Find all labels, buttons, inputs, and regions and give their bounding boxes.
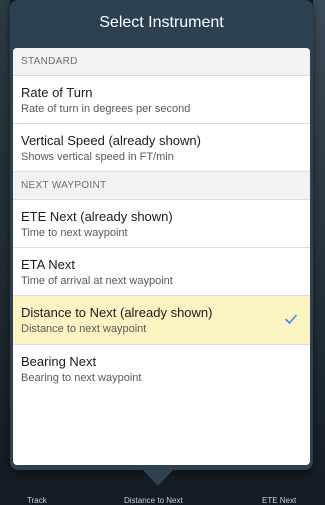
list-item-eta-next[interactable]: ETA Next Time of arrival at next waypoin… [13,248,310,296]
section-header-next-waypoint: NEXT WAYPOINT [13,172,310,200]
list-item-title: Rate of Turn [21,85,93,100]
instrument-list: STANDARD Rate of Turn Rate of turn in de… [13,48,310,465]
popover-arrow [142,469,174,486]
popover-title: Select Instrument [10,0,313,48]
list-item-title: Distance to Next (already shown) [21,305,213,320]
list-item-subtitle: Shows vertical speed in FT/min [21,151,174,163]
list-item-bearing-next[interactable]: Bearing Next Bearing to next waypoint [13,345,310,394]
background-right-edge [313,0,325,504]
list-item-subtitle: Time to next waypoint [21,227,128,239]
section-header-standard: STANDARD [13,48,310,76]
background-left-edge [0,0,10,504]
list-item-rate-of-turn[interactable]: Rate of Turn Rate of turn in degrees per… [13,76,310,124]
list-item-title: ETE Next (already shown) [21,209,173,224]
list-item-subtitle: Time of arrival at next waypoint [21,275,173,287]
checkmark-icon [285,314,297,324]
select-instrument-popover: Select Instrument STANDARD Rate of Turn … [10,0,313,470]
list-item-distance-to-next[interactable]: Distance to Next (already shown) Distanc… [13,296,310,345]
list-item-title: Bearing Next [21,354,97,369]
list-item-vertical-speed[interactable]: Vertical Speed (already shown) Shows ver… [13,124,310,172]
instrument-bar: Track Distance to Next ETE Next [0,486,325,505]
list-item-subtitle: Bearing to next waypoint [21,372,142,384]
list-item-title: Vertical Speed (already shown) [21,133,201,148]
list-item-ete-next[interactable]: ETE Next (already shown) Time to next wa… [13,200,310,248]
list-item-subtitle: Rate of turn in degrees per second [21,103,191,115]
list-item-title: ETA Next [21,257,75,272]
list-item-subtitle: Distance to next waypoint [21,323,147,335]
